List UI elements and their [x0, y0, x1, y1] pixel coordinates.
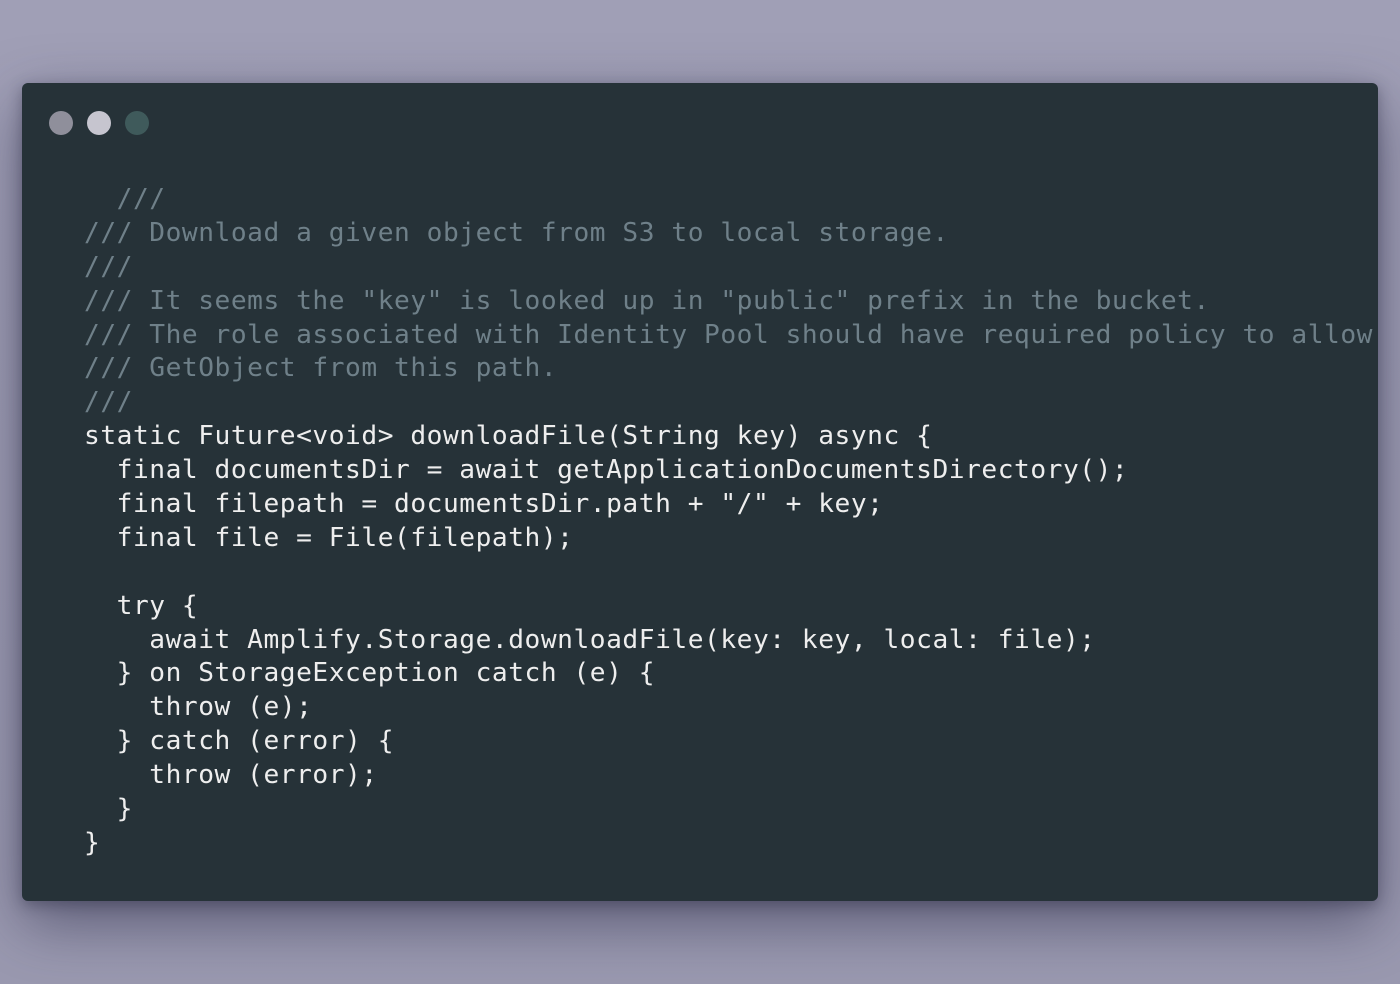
- code-line: final documentsDir = await getApplicatio…: [84, 455, 1129, 486]
- code-line: } catch (error) {: [84, 726, 395, 757]
- code-line: /// The role associated with Identity Po…: [84, 319, 1373, 350]
- code-line: /// GetObject from this path.: [84, 353, 558, 384]
- code-line: throw (e);: [84, 692, 313, 723]
- code-window: ////// Download a given object from S3 t…: [22, 83, 1378, 901]
- code-block: ////// Download a given object from S3 t…: [84, 183, 1373, 861]
- code-line: final file = File(filepath);: [84, 522, 574, 553]
- code-line: }: [84, 794, 133, 825]
- maximize-dot-icon[interactable]: [125, 111, 149, 135]
- code-line: throw (error);: [84, 760, 378, 791]
- code-line: }: [84, 827, 101, 858]
- code-line: ///: [84, 387, 133, 418]
- code-line: try {: [84, 590, 199, 621]
- code-line: static Future<void> downloadFile(String …: [84, 421, 933, 452]
- close-dot-icon[interactable]: [49, 111, 73, 135]
- minimize-dot-icon[interactable]: [87, 111, 111, 135]
- window-controls: [49, 111, 149, 135]
- code-line: /// Download a given object from S3 to l…: [84, 217, 949, 248]
- code-line: final filepath = documentsDir.path + "/"…: [84, 489, 884, 520]
- code-line: } on StorageException catch (e) {: [84, 658, 656, 689]
- code-line: /// It seems the "key" is looked up in "…: [84, 285, 1210, 316]
- code-line: await Amplify.Storage.downloadFile(key: …: [84, 624, 1096, 655]
- code-line: ///: [84, 251, 133, 282]
- code-line: ///: [84, 184, 166, 214]
